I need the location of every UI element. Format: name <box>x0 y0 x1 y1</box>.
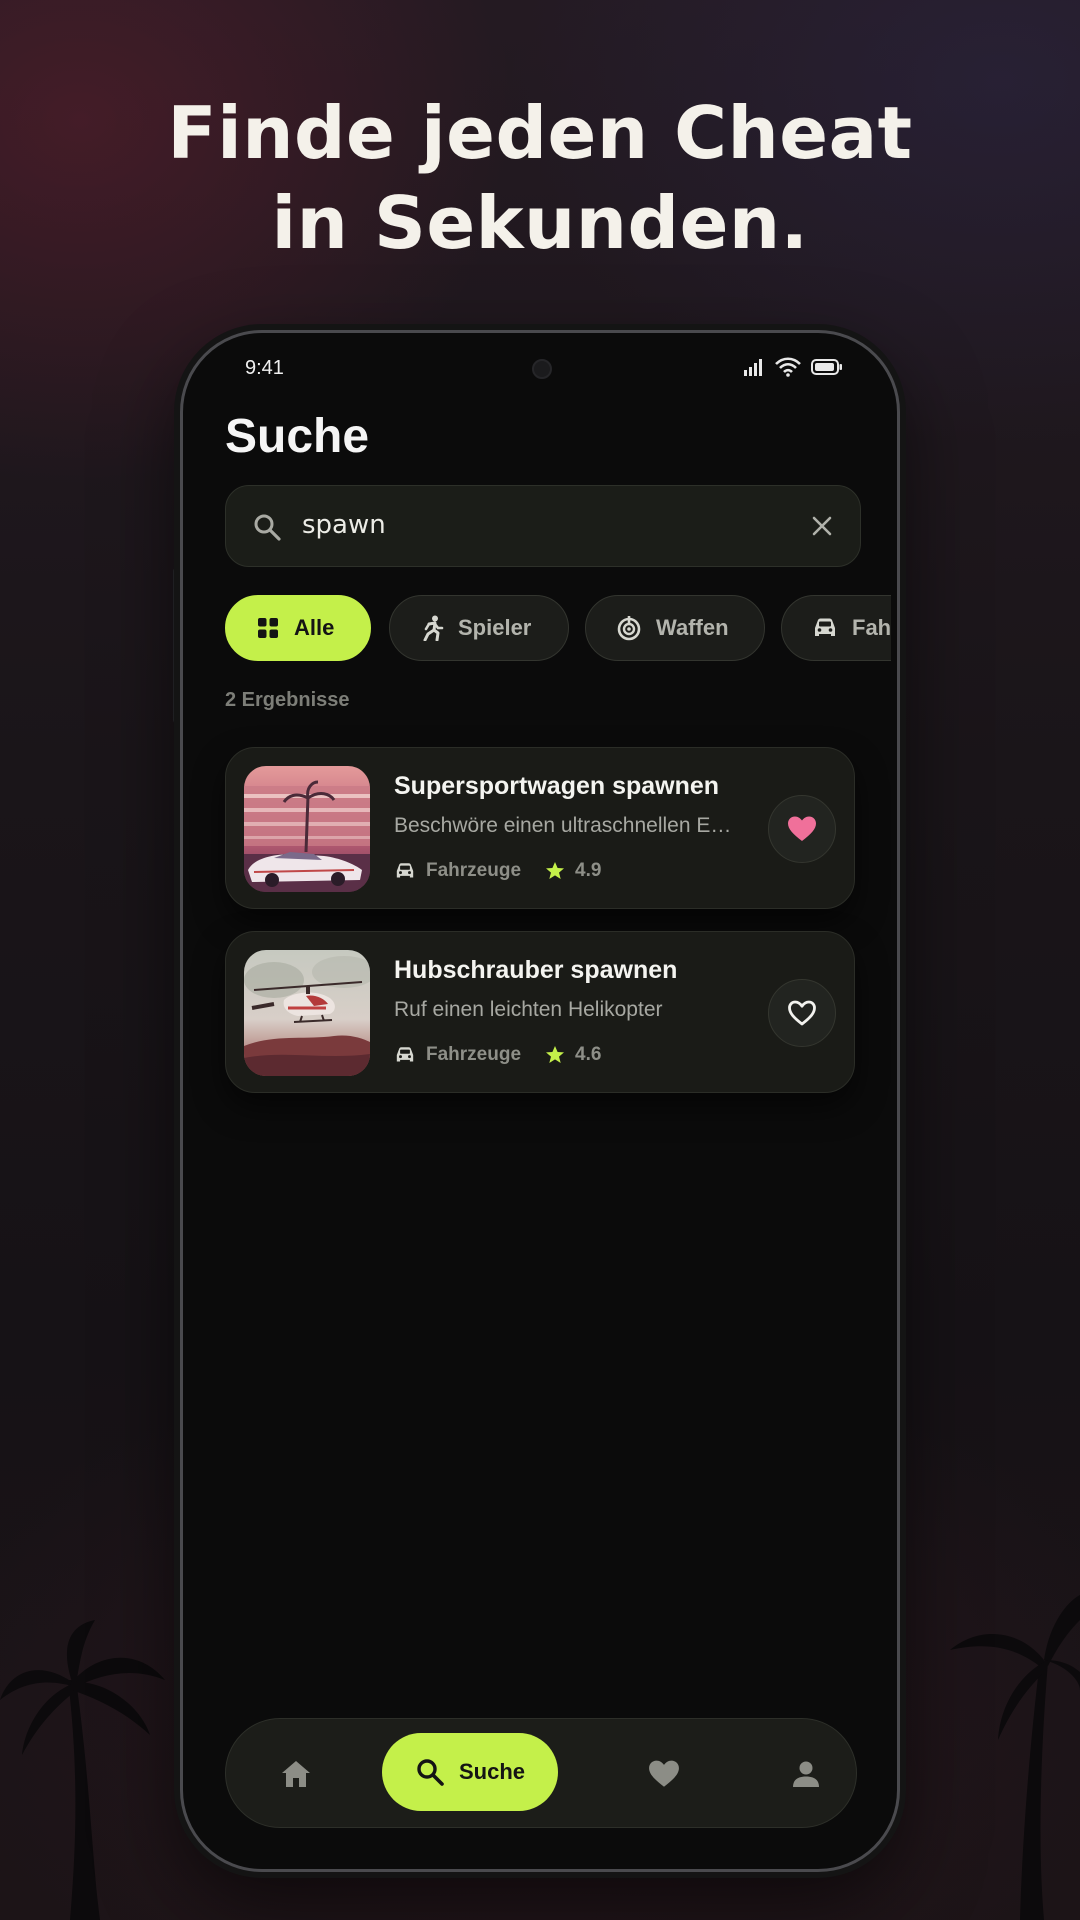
heart-filled-icon <box>788 816 816 841</box>
nav-favorites[interactable] <box>636 1746 692 1802</box>
result-card[interactable]: Supersportwagen spawnen Beschwöre einen … <box>225 747 855 909</box>
filter-chip-label: Fahrzeuge <box>852 615 891 640</box>
phone-side-button-left <box>173 568 179 723</box>
filter-chip-label: Waffen <box>656 615 729 640</box>
result-rating: 4.6 <box>575 1044 602 1065</box>
filter-chip-spieler[interactable]: Spieler <box>389 595 569 661</box>
result-category: Fahrzeuge <box>426 1044 522 1065</box>
car-icon <box>394 1046 416 1064</box>
favorite-button[interactable] <box>768 979 836 1047</box>
nav-search-label: Suche <box>458 1759 526 1784</box>
heart-outline-icon <box>788 1000 816 1026</box>
headline-line-1: Finde jeden Cheat <box>167 91 913 175</box>
search-input[interactable]: spawn <box>302 510 386 540</box>
car-icon <box>394 862 416 880</box>
result-description: Ruf einen leichten Helikopter <box>394 998 663 1021</box>
result-rating: 4.9 <box>575 860 602 881</box>
marketing-headline: Finde jeden Cheat in Sekunden. <box>0 88 1080 268</box>
front-camera <box>532 359 552 379</box>
star-icon <box>545 861 565 881</box>
filter-chip-label: Alle <box>294 615 335 640</box>
favorite-button[interactable] <box>768 795 836 863</box>
phone-side-button-right <box>900 655 906 760</box>
result-card[interactable]: Hubschrauber spawnen Ruf einen leichten … <box>225 931 855 1093</box>
palm-tree-right-decoration <box>950 1595 1080 1920</box>
result-category: Fahrzeuge <box>426 860 522 881</box>
filter-chip-alle[interactable]: Alle <box>225 595 371 661</box>
result-meta: Fahrzeuge 4.6 <box>394 1044 601 1066</box>
result-meta: Fahrzeuge 4.9 <box>394 860 601 882</box>
search-icon <box>417 1759 444 1786</box>
phone-frame: 9:41 Suche spawn Alle Spieler Waffen Fah… <box>180 330 900 1872</box>
filter-chip-waffen[interactable]: Waffen <box>585 595 765 661</box>
nav-profile[interactable] <box>778 1746 834 1802</box>
signal-icon <box>744 359 762 376</box>
car-icon <box>812 617 838 639</box>
nav-home[interactable] <box>268 1746 324 1802</box>
result-count: 2 Ergebnisse <box>225 689 350 711</box>
running-person-icon <box>420 615 444 641</box>
search-icon <box>254 514 281 541</box>
result-title: Supersportwagen spawnen <box>394 772 720 800</box>
palm-tree-left-decoration <box>0 1620 165 1920</box>
filter-chip-label: Spieler <box>458 615 532 640</box>
search-bar[interactable]: spawn <box>225 485 861 567</box>
star-icon <box>545 1045 565 1065</box>
status-bar: 9:41 <box>183 333 897 403</box>
grid-icon <box>256 616 280 640</box>
heart-icon <box>649 1760 679 1787</box>
bottom-navigation: Suche <box>225 1718 857 1828</box>
home-icon <box>282 1761 310 1787</box>
target-icon <box>616 615 642 641</box>
page-title: Suche <box>225 410 370 463</box>
close-icon[interactable] <box>810 514 834 538</box>
status-time: 9:41 <box>245 357 284 379</box>
nav-search[interactable]: Suche <box>382 1733 558 1811</box>
filter-chip-fahrzeuge[interactable]: Fahrzeuge <box>781 595 891 661</box>
filter-chips: Alle Spieler Waffen Fah <box>225 595 891 663</box>
result-description: Beschwöre einen ultraschnellen E… <box>394 814 732 837</box>
person-icon <box>793 1761 819 1787</box>
status-icons <box>743 357 843 377</box>
result-title: Hubschrauber spawnen <box>394 956 678 984</box>
car-thumbnail <box>244 766 370 892</box>
helicopter-thumbnail <box>244 950 370 1076</box>
battery-icon <box>811 359 842 375</box>
wifi-icon <box>775 357 801 377</box>
headline-line-2: in Sekunden. <box>271 181 809 265</box>
